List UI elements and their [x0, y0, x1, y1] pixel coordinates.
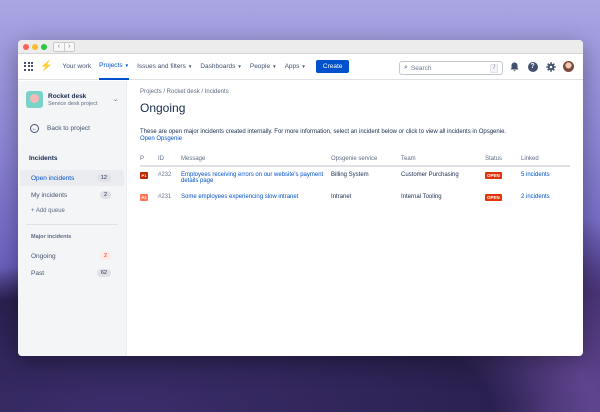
chevron-down-icon: ▼	[272, 64, 277, 69]
top-right-icons: ?	[509, 61, 574, 72]
open-opsgenie-link[interactable]: Open Opsgenie	[140, 136, 583, 142]
breadcrumb[interactable]: Projects / Rocket desk / Incidents	[140, 89, 583, 95]
column-header[interactable]: P	[140, 152, 158, 167]
project-avatar	[26, 91, 43, 108]
count-badge: 2	[99, 252, 111, 260]
page-description: These are open major incidents created i…	[140, 129, 507, 135]
project-header[interactable]: Rocket desk Service desk project ⌄	[18, 81, 126, 114]
sidebar-item-past[interactable]: Past 62	[20, 265, 124, 281]
project-name: Rocket desk	[48, 92, 87, 100]
nav-item-label: Your work	[62, 63, 92, 70]
sidebar-section-title: Incidents	[29, 155, 58, 162]
app-switcher-icon[interactable]	[24, 61, 34, 72]
table-row[interactable]: P2 #231 Some employees experiencing slow i…	[140, 189, 570, 206]
nav-item-label: Projects	[99, 62, 123, 69]
sidebar-item-label: Open incidents	[31, 174, 75, 182]
column-header[interactable]: ID	[158, 152, 181, 167]
count-badge: 2	[99, 191, 111, 199]
nav-item-dashboards[interactable]: Dashboards ▼	[200, 54, 242, 80]
search-input[interactable]: ⌕ Search /	[399, 61, 503, 75]
chevron-down-icon[interactable]: ⌄	[113, 96, 118, 103]
back-to-project-link[interactable]: ← Back to project	[18, 114, 126, 143]
column-header[interactable]: Opsgenie service	[331, 152, 401, 167]
cell-status: OPEN	[485, 189, 521, 206]
back-arrow-icon[interactable]: ‹	[54, 43, 64, 51]
incident-message-link[interactable]: Some employees experiencing slow intrane…	[181, 189, 331, 206]
add-queue-link[interactable]: + Add queue	[18, 204, 126, 224]
cell-status: OPEN	[485, 166, 521, 189]
nav-item-projects[interactable]: Projects ▼	[99, 54, 130, 80]
nav-item-your-work[interactable]: Your work	[62, 54, 91, 80]
search-icon: ⌕	[404, 64, 408, 71]
nav-item-issues-and-filters[interactable]: Issues and filters ▼	[137, 54, 192, 80]
nav-item-label: People	[249, 63, 271, 70]
chevron-down-icon: ▼	[237, 64, 242, 69]
status-badge: OPEN	[485, 194, 502, 201]
sidebar-item-ongoing[interactable]: Ongoing 2	[20, 248, 124, 264]
sidebar: Rocket desk Service desk project ⌄ ← Bac…	[18, 81, 127, 356]
close-window-button[interactable]	[23, 44, 29, 50]
help-icon[interactable]: ?	[527, 61, 538, 72]
notifications-bell-icon[interactable]	[509, 61, 520, 72]
linked-incidents-link[interactable]: 2 incidents	[521, 189, 570, 206]
sidebar-item-open-incidents[interactable]: Open incidents 12	[20, 170, 124, 186]
table-row[interactable]: P1 #232 Employees receiving errors on our …	[140, 166, 570, 189]
priority-badge: P2	[140, 194, 148, 201]
table-header-row: P ID Message Opsgenie service Team Status Link…	[140, 152, 570, 167]
count-badge: 62	[96, 269, 111, 277]
nav-item-label: Dashboards	[200, 63, 236, 70]
column-header[interactable]: Status	[485, 152, 521, 167]
cell-priority: P2	[140, 189, 158, 206]
column-header[interactable]: Team	[401, 152, 485, 167]
browser-window: ‹ › ⚡ Your work Projects ▼ Issues and filte…	[18, 40, 583, 356]
sidebar-item-label: Ongoing	[31, 252, 56, 260]
main-content: Projects / Rocket desk / Incidents Ongoi…	[140, 81, 583, 356]
nav-item-label: Issues and filters	[137, 63, 186, 70]
back-arrow-icon: ←	[30, 124, 39, 133]
incident-message-link[interactable]: Employees receiving errors on our websit…	[181, 166, 331, 189]
count-badge: 12	[96, 174, 111, 182]
project-type: Service desk project	[48, 100, 98, 107]
cell-team: Customer Purchasing	[401, 172, 459, 178]
chevron-down-icon: ▼	[124, 63, 130, 68]
maximize-window-button[interactable]	[41, 44, 47, 50]
page-title: Ongoing	[140, 101, 186, 115]
sidebar-item-label: My incidents	[31, 191, 68, 199]
major-incidents-heading: Major incidents	[31, 234, 72, 240]
nav-item-label: Apps	[284, 63, 300, 70]
forward-arrow-icon[interactable]: ›	[63, 43, 75, 51]
linked-incidents-link[interactable]: 5 incidents	[521, 166, 570, 189]
search-placeholder: Search	[410, 64, 432, 72]
minimize-window-button[interactable]	[32, 44, 38, 50]
nav-item-people[interactable]: People ▼	[250, 54, 277, 80]
priority-badge: P1	[140, 172, 148, 179]
search-shortcut-hint: /	[490, 63, 498, 73]
settings-gear-icon[interactable]	[545, 61, 556, 72]
jira-logo-icon[interactable]: ⚡	[40, 61, 52, 72]
create-button[interactable]: Create	[315, 60, 350, 73]
cell-id: #232	[158, 172, 172, 178]
chevron-down-icon: ▼	[301, 64, 306, 69]
cell-priority: P1	[140, 166, 158, 189]
status-badge: OPEN	[485, 172, 502, 179]
nav-item-apps[interactable]: Apps ▼	[285, 54, 306, 80]
user-avatar[interactable]	[563, 61, 574, 72]
cell-id: #231	[158, 194, 172, 200]
back-to-project-label: Back to project	[47, 125, 90, 132]
column-header[interactable]: Linked	[521, 152, 570, 167]
chevron-down-icon: ▼	[187, 64, 193, 69]
history-nav: ‹ ›	[53, 42, 75, 52]
column-header[interactable]: Message	[181, 152, 331, 167]
title-bar: ‹ ›	[18, 40, 583, 54]
sidebar-item-label: Past	[31, 269, 45, 277]
incidents-table: P ID Message Opsgenie service Team Status Link…	[140, 152, 570, 206]
sidebar-item-my-incidents[interactable]: My incidents 2	[20, 187, 124, 203]
top-navigation: ⚡ Your work Projects ▼ Issues and filters ▼ D…	[18, 54, 583, 80]
cell-service: Billing System	[331, 172, 369, 178]
cell-service: Intranet	[331, 194, 352, 200]
cell-team: Internal Tooling	[401, 194, 442, 200]
